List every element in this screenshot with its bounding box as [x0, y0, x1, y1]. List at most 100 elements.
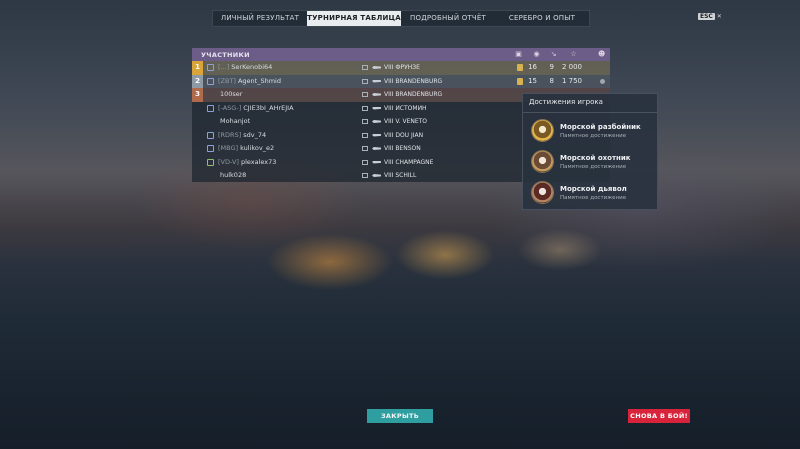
tab-credits-xp[interactable]: СЕРЕБРО И ОПЫТ	[495, 11, 589, 26]
ship-silhouette-icon	[372, 93, 381, 96]
ship-name: VIII ФРУНЗЕ	[384, 64, 420, 71]
ship-class-icon	[362, 132, 368, 138]
rank-badge	[192, 102, 203, 116]
clan-tag: [MBG]	[218, 144, 239, 152]
ship-name: VIII BENSON	[384, 145, 421, 152]
player-name-cell: [MBG] kulikov_e2	[218, 142, 274, 156]
player-name-cell: 100ser	[218, 88, 242, 102]
ship-name-cell: VIII BRANDENBURG	[372, 75, 442, 89]
stat-c2: 9	[549, 63, 554, 71]
player-name: Agent_Shmid	[237, 76, 281, 85]
devil-skull-badge-icon	[532, 182, 553, 203]
tab-team-table[interactable]: ТУРНИРНАЯ ТАБЛИЦА	[307, 11, 401, 26]
achievement-subtitle: Памятное достижение	[560, 133, 627, 139]
star-icon: ☆	[570, 50, 577, 58]
player-name-cell: [...] SerKenobi64	[218, 61, 272, 75]
clan-tag: [RDRS]	[218, 130, 242, 139]
ship-silhouette-icon	[372, 160, 381, 164]
ship-silhouette-icon	[372, 174, 381, 177]
face-icon: ☻	[598, 50, 606, 58]
player-name: CJIE3bI_AHrEJIA	[243, 103, 294, 112]
rank-badge: 3	[192, 88, 203, 102]
divider	[523, 112, 657, 113]
clan-shield-icon	[207, 64, 214, 71]
player-name: hulk028	[220, 171, 247, 179]
ship-name-cell: VIII CHAMPAGNE	[372, 156, 433, 170]
achievement-item[interactable]: Морской дьявол Памятное достижение	[523, 179, 657, 210]
stat-c3: 1 750	[561, 76, 582, 85]
rank-badge: 1	[192, 61, 203, 75]
ship-silhouette-icon	[372, 106, 381, 110]
target-icon: ◉	[533, 50, 540, 58]
achievement-item[interactable]: Морской разбойник Памятное достижение	[523, 117, 657, 148]
clan-shield-icon	[207, 145, 214, 152]
ship-class-icon	[362, 92, 368, 97]
player-name: SerKenobi64	[231, 63, 273, 71]
ship-name-cell: VIII BRANDENBURG	[372, 88, 442, 102]
ship-name-cell: VIII SCHILL	[372, 169, 416, 183]
rank-badge: 2	[192, 74, 203, 88]
clan-tag: [VD-V]	[218, 157, 239, 166]
clan-shield-icon	[207, 77, 214, 85]
close-button[interactable]: ЗАКРЫТЬ	[367, 409, 433, 423]
status-dot-icon	[600, 78, 605, 84]
clan-tag: [-ASG-]	[218, 103, 242, 112]
battle-again-button[interactable]: СНОВА В БОЙ!	[628, 409, 690, 423]
rank-badge	[192, 142, 203, 156]
rank-badge	[192, 115, 203, 129]
ship-class-icon	[362, 105, 368, 111]
player-name-cell: [-ASG-] CJIE3bI_AHrEJIA	[218, 102, 294, 116]
achievement-item[interactable]: Морской охотник Памятное достижение	[523, 148, 657, 179]
ship-class-icon	[362, 173, 368, 178]
ship-name-cell: VIII ФРУНЗЕ	[372, 61, 420, 75]
esc-key-icon: ESC	[698, 13, 715, 20]
player-name: 100ser	[220, 90, 243, 98]
close-icon: ✕	[716, 13, 722, 20]
ship-name: VIII SCHILL	[384, 172, 417, 179]
ship-name: VIII BRANDENBURG	[384, 77, 443, 85]
player-name: sdv_74	[243, 130, 267, 139]
achievements-popup: Достижения игрока Морской разбойник Памя…	[522, 93, 658, 210]
player-name-cell: [ZBT] Agent_Shmid	[218, 75, 281, 89]
tab-personal-result[interactable]: ЛИЧНЫЙ РЕЗУЛЬТАТ	[213, 11, 307, 26]
ship-name: VIII CHAMPAGNE	[384, 158, 434, 166]
ship-class-icon	[362, 159, 368, 165]
clan-tag: [...]	[218, 63, 230, 71]
clan-shield-icon	[207, 131, 214, 139]
achievements-title: Достижения игрока	[529, 98, 603, 106]
clan-shield-icon	[207, 158, 214, 166]
table-header: УЧАСТНИКИ ▣ ◉ ↘ ☆ ☻	[192, 48, 610, 61]
ship-class-icon	[362, 65, 368, 70]
table-row[interactable]: 2 [ZBT] Agent_Shmid VIII BRANDENBURG 15 8 1 75…	[192, 74, 610, 89]
pirate-skull-badge-icon	[532, 120, 553, 141]
ship-silhouette-icon	[372, 79, 381, 83]
player-name-cell: hulk028	[218, 169, 246, 183]
ship-icon: ▣	[515, 50, 522, 58]
achievement-title: Морской разбойник	[560, 123, 641, 131]
ship-class-icon	[362, 146, 368, 151]
ship-silhouette-icon	[372, 120, 381, 123]
ship-class-icon	[362, 119, 368, 124]
achievement-title: Морской дьявол	[560, 185, 627, 193]
ship-name-cell: VIII ИСТОМИН	[372, 102, 427, 116]
ship-name: VIII ИСТОМИН	[384, 104, 427, 112]
hunter-skull-badge-icon	[532, 151, 553, 172]
tab-detailed-report[interactable]: ПОДРОБНЫЙ ОТЧЁТ	[401, 11, 495, 26]
stat-c3: 2 000	[561, 63, 582, 71]
player-name: plexalex73	[240, 157, 277, 166]
ship-name: VIII V. VENETO	[384, 118, 428, 125]
ship-class-icon	[362, 78, 368, 84]
player-name: kulikov_e2	[240, 144, 275, 152]
ship-name-cell: VIII V. VENETO	[372, 115, 427, 129]
rank-badge	[192, 169, 203, 183]
rank-badge	[192, 129, 203, 143]
clan-tag: [ZBT]	[218, 76, 236, 85]
player-name: Mohanjot	[220, 117, 251, 125]
player-name-cell: [VD-V] plexalex73	[218, 156, 276, 170]
table-row[interactable]: 1 [...] SerKenobi64 VIII ФРУНЗЕ 16 9 2 000	[192, 61, 610, 75]
ship-silhouette-icon	[372, 133, 381, 137]
ship-name: VIII BRANDENBURG	[384, 91, 443, 98]
esc-close[interactable]: ESC ✕	[698, 13, 722, 20]
clan-shield-icon	[207, 104, 214, 112]
player-name-cell: Mohanjot	[218, 115, 250, 129]
